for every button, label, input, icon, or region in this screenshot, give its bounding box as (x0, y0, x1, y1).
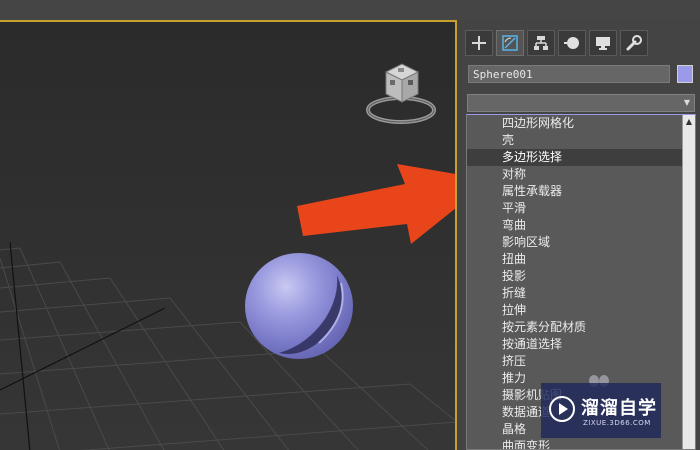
utilities-wrench-icon (626, 35, 642, 51)
watermark-title: 溜溜自学 (581, 398, 657, 419)
play-circle-icon (549, 396, 575, 422)
list-item[interactable]: 属性承载器 (467, 183, 695, 200)
modify-icon (502, 35, 518, 51)
list-item[interactable]: 拉伸 (467, 302, 695, 319)
hierarchy-icon (534, 36, 548, 50)
sphere-shading-band (279, 275, 344, 354)
list-item[interactable]: 按通道选择 (467, 336, 695, 353)
watermark-subtitle: ZIXUE.3D66.COM (583, 419, 651, 427)
list-item[interactable]: 对称 (467, 166, 695, 183)
list-item[interactable]: 挤压 (467, 353, 695, 370)
list-item[interactable]: 弯曲 (467, 217, 695, 234)
tab-modify[interactable] (496, 30, 524, 56)
object-name-field[interactable] (468, 65, 670, 83)
annotation-arrow (297, 164, 455, 244)
tab-hierarchy[interactable] (527, 30, 555, 56)
list-item[interactable]: 按元素分配材质 (467, 319, 695, 336)
tab-motion[interactable] (558, 30, 586, 56)
perspective-viewport[interactable] (0, 20, 457, 450)
tab-display[interactable] (589, 30, 617, 56)
create-plus-icon (472, 36, 486, 50)
modifier-list-scrollbar[interactable]: ▲ (682, 115, 695, 449)
tab-create[interactable] (465, 30, 493, 56)
sphere-object[interactable] (245, 253, 353, 359)
list-item[interactable]: 扭曲 (467, 251, 695, 268)
list-item-selected[interactable]: 多边形选择 (467, 149, 695, 166)
object-color-swatch[interactable] (677, 65, 693, 83)
modifier-list-dropdown[interactable]: ▼ (467, 94, 695, 112)
list-item[interactable]: 投影 (467, 268, 695, 285)
watermark-logo: 溜溜自学 ZIXUE.3D66.COM (541, 383, 661, 438)
list-item[interactable]: 折缝 (467, 285, 695, 302)
tab-utilities[interactable] (620, 30, 648, 56)
list-item[interactable]: 曲面变形 (467, 438, 695, 449)
list-item[interactable]: 影响区域 (467, 234, 695, 251)
scroll-up-icon[interactable]: ▲ (683, 115, 695, 129)
list-item[interactable]: 壳 (467, 132, 695, 149)
motion-icon (564, 37, 579, 49)
command-panel-tabs (465, 30, 648, 56)
chevron-down-icon: ▼ (683, 98, 690, 107)
list-item[interactable]: 四边形网格化 (467, 115, 695, 132)
display-icon (596, 37, 610, 50)
top-toolbar-strip (0, 0, 700, 21)
viewcube-icon[interactable] (364, 58, 438, 128)
list-item[interactable]: 平滑 (467, 200, 695, 217)
